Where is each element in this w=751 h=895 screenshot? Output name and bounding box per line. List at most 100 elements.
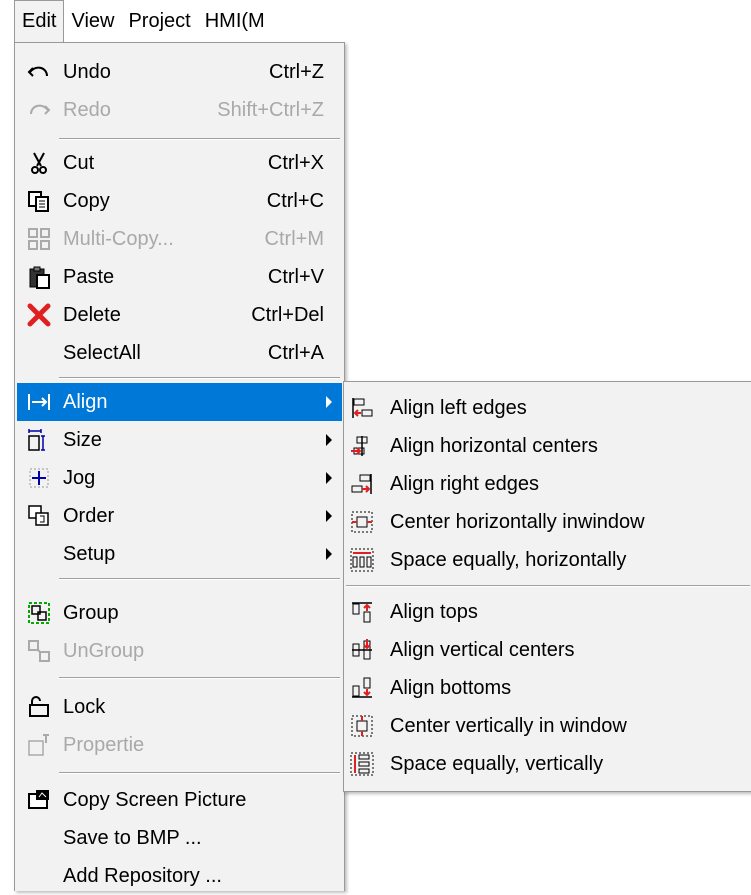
menu-item-select-all[interactable]: SelectAll Ctrl+A (17, 334, 342, 372)
ungroup-icon (28, 640, 50, 662)
menu-item-label: Align (63, 390, 108, 413)
redo-icon (30, 104, 51, 115)
align-tops-icon (352, 602, 372, 623)
submenu-item-align-horizontal-centers[interactable]: Align horizontal centers (346, 427, 750, 465)
menu-view[interactable]: View (64, 0, 121, 42)
submenu-item-label: Align bottoms (390, 676, 512, 699)
menu-item-order[interactable]: Order (17, 497, 342, 535)
menu-item-label: Multi-Copy... (63, 227, 174, 250)
jog-icon (29, 468, 49, 488)
shortcut-label: Ctrl+X (267, 151, 324, 174)
menu-hmi[interactable]: HMI(M (198, 0, 272, 42)
menu-item-label: Redo (63, 98, 111, 121)
menu-item-label: SelectAll (63, 341, 141, 364)
menu-item-save-to-bmp[interactable]: Save to BMP ... (17, 819, 342, 857)
menu-separator (59, 677, 340, 679)
shortcut-label: Ctrl+V (267, 265, 324, 288)
submenu-item-label: Center horizontally inwindow (390, 510, 645, 533)
menu-item-label: Undo (63, 60, 111, 83)
menu-separator (59, 772, 340, 774)
submenu-item-align-right-edges[interactable]: Align right edges (346, 465, 750, 503)
align-icon (28, 394, 50, 410)
submenu-item-space-horizontally[interactable]: Space equally, horizontally (346, 541, 750, 579)
menu-item-label: Delete (63, 303, 121, 326)
menu-item-copy-screen-picture[interactable]: Copy Screen Picture (17, 781, 342, 819)
submenu-item-label: Align horizontal centers (390, 434, 598, 457)
multi-copy-icon (28, 228, 50, 250)
menu-item-label: UnGroup (63, 639, 145, 662)
submenu-item-label: Space equally, horizontally (390, 548, 627, 571)
menu-item-label: Group (63, 601, 119, 624)
menu-item-add-repository[interactable]: Add Repository ... (17, 857, 342, 895)
submenu-item-align-bottoms[interactable]: Align bottoms (346, 669, 750, 707)
menu-separator (59, 377, 340, 379)
lock-icon (29, 696, 49, 717)
shortcut-label: Ctrl+A (267, 341, 324, 364)
screen-picture-icon (28, 790, 49, 809)
submenu-arrow-icon (326, 434, 332, 446)
align-horizontal-centers-icon (351, 436, 368, 456)
submenu-item-center-vertically[interactable]: Center vertically in window (346, 707, 750, 745)
submenu-item-label: Center vertically in window (390, 714, 627, 737)
space-vertically-icon (350, 752, 374, 776)
align-right-edges-icon (351, 474, 372, 494)
submenu-item-align-tops[interactable]: Align tops (346, 593, 750, 631)
menu-project[interactable]: Project (121, 0, 197, 42)
submenu-arrow-icon (326, 548, 332, 560)
submenu-item-label: Align left edges (390, 396, 527, 419)
menu-item-properties[interactable]: Propertie (17, 726, 342, 764)
submenu-item-align-vertical-centers[interactable]: Align vertical centers (346, 631, 750, 669)
group-icon (28, 602, 50, 624)
menu-item-label: Order (63, 504, 115, 527)
menu-edit[interactable]: Edit (14, 0, 65, 42)
submenu-arrow-icon (326, 396, 332, 408)
menu-separator (59, 138, 340, 140)
menu-item-label: Paste (63, 265, 115, 288)
delete-icon (27, 303, 51, 327)
menu-item-label: Lock (63, 695, 106, 718)
edit-menu: Undo Ctrl+Z Redo Shift+Ctrl+Z Cut Ctrl+X… (14, 42, 345, 891)
menu-item-size[interactable]: Size (17, 421, 342, 459)
menu-item-ungroup[interactable]: UnGroup (17, 632, 342, 670)
submenu-item-align-left-edges[interactable]: Align left edges (346, 389, 750, 427)
submenu-arrow-icon (326, 472, 332, 484)
menu-item-cut[interactable]: Cut Ctrl+X (17, 144, 342, 182)
submenu-item-space-vertically[interactable]: Space equally, vertically (346, 745, 750, 783)
menu-item-label: Cut (63, 151, 95, 174)
shortcut-label: Ctrl+C (266, 189, 324, 212)
space-horizontally-icon (350, 548, 374, 572)
copy-icon (28, 191, 49, 212)
menu-item-label: Setup (63, 542, 116, 565)
menu-item-copy[interactable]: Copy Ctrl+C (17, 182, 342, 220)
menu-item-jog[interactable]: Jog (17, 459, 342, 497)
undo-icon (27, 66, 48, 77)
menu-item-label: Jog (63, 466, 96, 489)
align-left-edges-icon (352, 398, 373, 418)
menu-item-multi-copy[interactable]: Multi-Copy... Ctrl+M (17, 220, 342, 258)
align-submenu: Align left edges Align horizontal center… (343, 381, 751, 792)
menu-item-label: Copy Screen Picture (63, 788, 247, 811)
menu-item-group[interactable]: Group (17, 594, 342, 632)
menu-bar: Edit View Project HMI(M (14, 0, 359, 42)
menu-item-undo[interactable]: Undo Ctrl+Z (17, 53, 342, 91)
menu-item-setup[interactable]: Setup (17, 535, 342, 573)
menu-item-redo[interactable]: Redo Shift+Ctrl+Z (17, 91, 342, 129)
menu-item-delete[interactable]: Delete Ctrl+Del (17, 296, 342, 334)
center-vertically-icon (351, 715, 373, 737)
shortcut-label: Shift+Ctrl+Z (217, 98, 324, 121)
submenu-arrow-icon (326, 510, 332, 522)
menu-item-label: Save to BMP ... (63, 826, 202, 849)
menu-separator (346, 585, 750, 587)
menu-separator (59, 578, 340, 580)
submenu-item-label: Align tops (390, 600, 478, 623)
menu-item-align[interactable]: Align (17, 383, 342, 421)
menu-item-paste[interactable]: Paste Ctrl+V (17, 258, 342, 296)
submenu-item-label: Align vertical centers (390, 638, 575, 661)
shortcut-label: Ctrl+Z (269, 60, 324, 83)
menu-item-label: Copy (63, 189, 110, 212)
menu-item-label: Propertie (63, 733, 145, 756)
menu-item-lock[interactable]: Lock (17, 688, 342, 726)
menu-item-label: Add Repository ... (63, 864, 222, 887)
size-icon (28, 429, 45, 451)
submenu-item-center-horizontally[interactable]: Center horizontally inwindow (346, 503, 750, 541)
